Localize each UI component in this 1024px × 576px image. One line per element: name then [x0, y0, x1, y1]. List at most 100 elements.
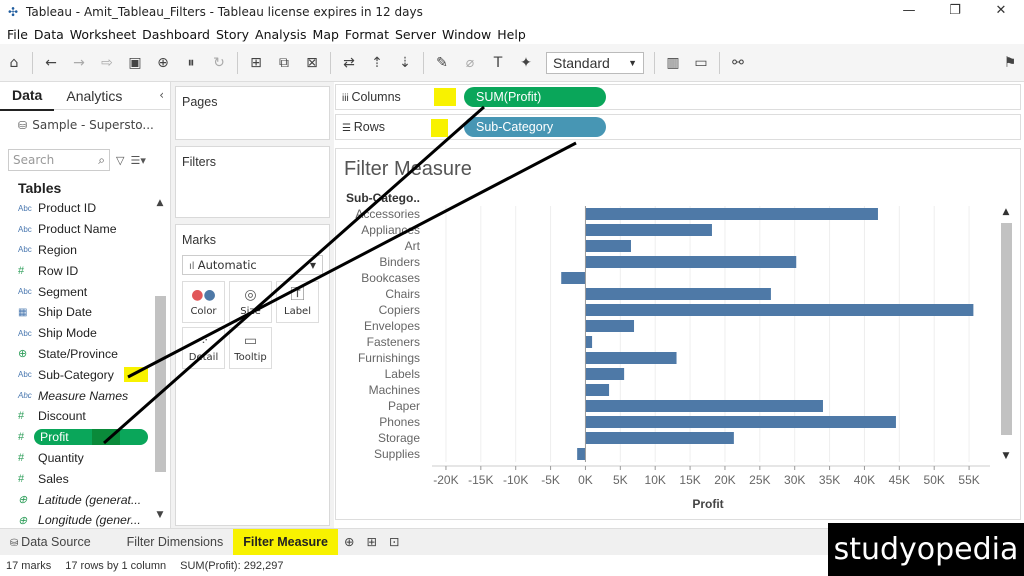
sheet-tab-filter-dimensions[interactable]: Filter Dimensions: [117, 529, 234, 556]
bar[interactable]: [585, 336, 593, 348]
size-button[interactable]: ◎ Size: [229, 281, 272, 323]
field-item[interactable]: ▦ Ship Date: [0, 302, 152, 323]
fix-axes-icon[interactable]: ✦: [512, 49, 540, 77]
fit-select[interactable]: Standard ▼: [546, 51, 644, 74]
pages-card[interactable]: Pages: [175, 86, 330, 140]
bar[interactable]: [585, 208, 878, 220]
duplicate-icon[interactable]: ⧉: [270, 49, 298, 77]
sort-descending-icon[interactable]: ⇣: [391, 49, 419, 77]
group-icon[interactable]: ⌀: [456, 49, 484, 77]
redo-icon[interactable]: →: [65, 49, 93, 77]
field-item[interactable]: Abc Region: [0, 240, 152, 261]
scroll-down-icon[interactable]: ▼: [999, 451, 1013, 461]
filters-card[interactable]: Filters: [175, 146, 330, 218]
collapse-icon[interactable]: ‹: [159, 88, 164, 102]
bar[interactable]: [585, 320, 635, 332]
bar[interactable]: [585, 432, 734, 444]
scroll-up-icon[interactable]: ▲: [153, 198, 167, 212]
tooltip-button[interactable]: ▭ Tooltip: [229, 327, 272, 369]
bar-chart[interactable]: Sub-Catego.. Accessories Appliances Art Bind…: [336, 149, 1022, 521]
menu-analysis[interactable]: Analysis: [255, 27, 307, 42]
color-button[interactable]: ●● Color: [182, 281, 225, 323]
data-source-tab[interactable]: ⛁ Data Source: [0, 529, 101, 556]
bar[interactable]: [585, 384, 610, 396]
bar[interactable]: [585, 240, 631, 252]
share-icon[interactable]: ⚯: [724, 49, 752, 77]
scroll-thumb[interactable]: [155, 296, 166, 472]
scroll-down-icon[interactable]: ▼: [153, 510, 167, 524]
scroll-thumb[interactable]: [1001, 223, 1012, 435]
view-scrollbar[interactable]: ▲ ▼: [999, 207, 1013, 461]
replay-icon[interactable]: ⇨: [93, 49, 121, 77]
show-labels-icon[interactable]: T: [484, 49, 512, 77]
new-dashboard-icon[interactable]: ⊞: [360, 529, 382, 556]
minimize-button[interactable]: —: [886, 0, 932, 24]
sort-ascending-icon[interactable]: ⇡: [363, 49, 391, 77]
detail-button[interactable]: ⁘ Detail: [182, 327, 225, 369]
home-icon[interactable]: ⌂: [0, 49, 28, 77]
field-item[interactable]: # Quantity: [0, 448, 152, 469]
tab-data[interactable]: Data: [0, 81, 55, 111]
highlight-icon[interactable]: ✎: [428, 49, 456, 77]
bar[interactable]: [561, 272, 586, 284]
new-datasource-icon[interactable]: ⊕: [149, 49, 177, 77]
bar[interactable]: [585, 352, 677, 364]
bar[interactable]: [585, 256, 797, 268]
field-item[interactable]: Abc Sub-Category: [0, 364, 152, 385]
bar[interactable]: [585, 400, 823, 412]
bar[interactable]: [585, 304, 974, 316]
menu-story[interactable]: Story: [216, 27, 249, 42]
field-item[interactable]: # Sales: [0, 468, 152, 489]
columns-pill-sum-profit[interactable]: SUM(Profit): [464, 87, 606, 107]
menu-dashboard[interactable]: Dashboard: [142, 27, 210, 42]
field-item[interactable]: # Row ID: [0, 260, 152, 281]
mark-type-select[interactable]: ıl Automatic ▼: [182, 255, 323, 275]
undo-icon[interactable]: ←: [37, 49, 65, 77]
menu-help[interactable]: Help: [497, 27, 526, 42]
field-item[interactable]: Abc Measure Names: [0, 385, 152, 406]
menu-server[interactable]: Server: [395, 27, 436, 42]
label-button[interactable]: 🅃 Label: [276, 281, 319, 323]
swap-icon[interactable]: ⇄: [335, 49, 363, 77]
presentation-icon[interactable]: ▭: [687, 49, 715, 77]
bar[interactable]: [585, 224, 712, 236]
bar[interactable]: [585, 416, 896, 428]
maximize-button[interactable]: ❐: [932, 0, 978, 24]
pause-updates-icon[interactable]: ⏸: [177, 49, 205, 77]
show-cards-icon[interactable]: ▥: [659, 49, 687, 77]
bar[interactable]: [585, 288, 771, 300]
menu-data[interactable]: Data: [34, 27, 64, 42]
field-item[interactable]: Abc Segment: [0, 281, 152, 302]
new-worksheet-icon[interactable]: ⊕: [338, 529, 360, 556]
scroll-up-icon[interactable]: ▲: [999, 207, 1013, 221]
menu-worksheet[interactable]: Worksheet: [70, 27, 136, 42]
bar[interactable]: [585, 368, 625, 380]
field-item[interactable]: ⊕ Latitude (generat...: [0, 489, 152, 510]
field-item[interactable]: Abc Product Name: [0, 219, 152, 240]
datasource-item[interactable]: ⛁ Sample - Supersto...: [0, 110, 170, 140]
menu-map[interactable]: Map: [313, 27, 339, 42]
field-item[interactable]: Abc Product ID: [0, 198, 152, 219]
field-item[interactable]: # Discount: [0, 406, 152, 427]
view-options-icon[interactable]: ☰▾: [130, 154, 145, 167]
field-list-scrollbar[interactable]: ▲ ▼: [153, 198, 167, 524]
field-item[interactable]: # Profit: [0, 427, 152, 448]
bar[interactable]: [577, 448, 586, 460]
menu-window[interactable]: Window: [442, 27, 491, 42]
clear-sheet-icon[interactable]: ⊠: [298, 49, 326, 77]
show-me-icon[interactable]: ⚑: [996, 49, 1024, 77]
new-story-icon[interactable]: ⊡: [383, 529, 405, 556]
field-item[interactable]: ⊕ State/Province: [0, 344, 152, 365]
close-button[interactable]: ✕: [978, 0, 1024, 24]
menu-format[interactable]: Format: [345, 27, 389, 42]
search-input[interactable]: Search ⌕: [8, 149, 110, 171]
refresh-icon[interactable]: ↻: [205, 49, 233, 77]
sheet-tab-filter-measure[interactable]: Filter Measure: [233, 528, 338, 556]
menu-file[interactable]: File: [7, 27, 28, 42]
save-icon[interactable]: ▣: [121, 49, 149, 77]
filter-icon[interactable]: ▽: [116, 154, 124, 167]
tab-analytics[interactable]: Analytics: [54, 82, 134, 110]
new-worksheet-icon[interactable]: ⊞: [242, 49, 270, 77]
rows-pill-sub-category[interactable]: Sub-Category: [464, 117, 606, 137]
field-item[interactable]: Abc Ship Mode: [0, 323, 152, 344]
